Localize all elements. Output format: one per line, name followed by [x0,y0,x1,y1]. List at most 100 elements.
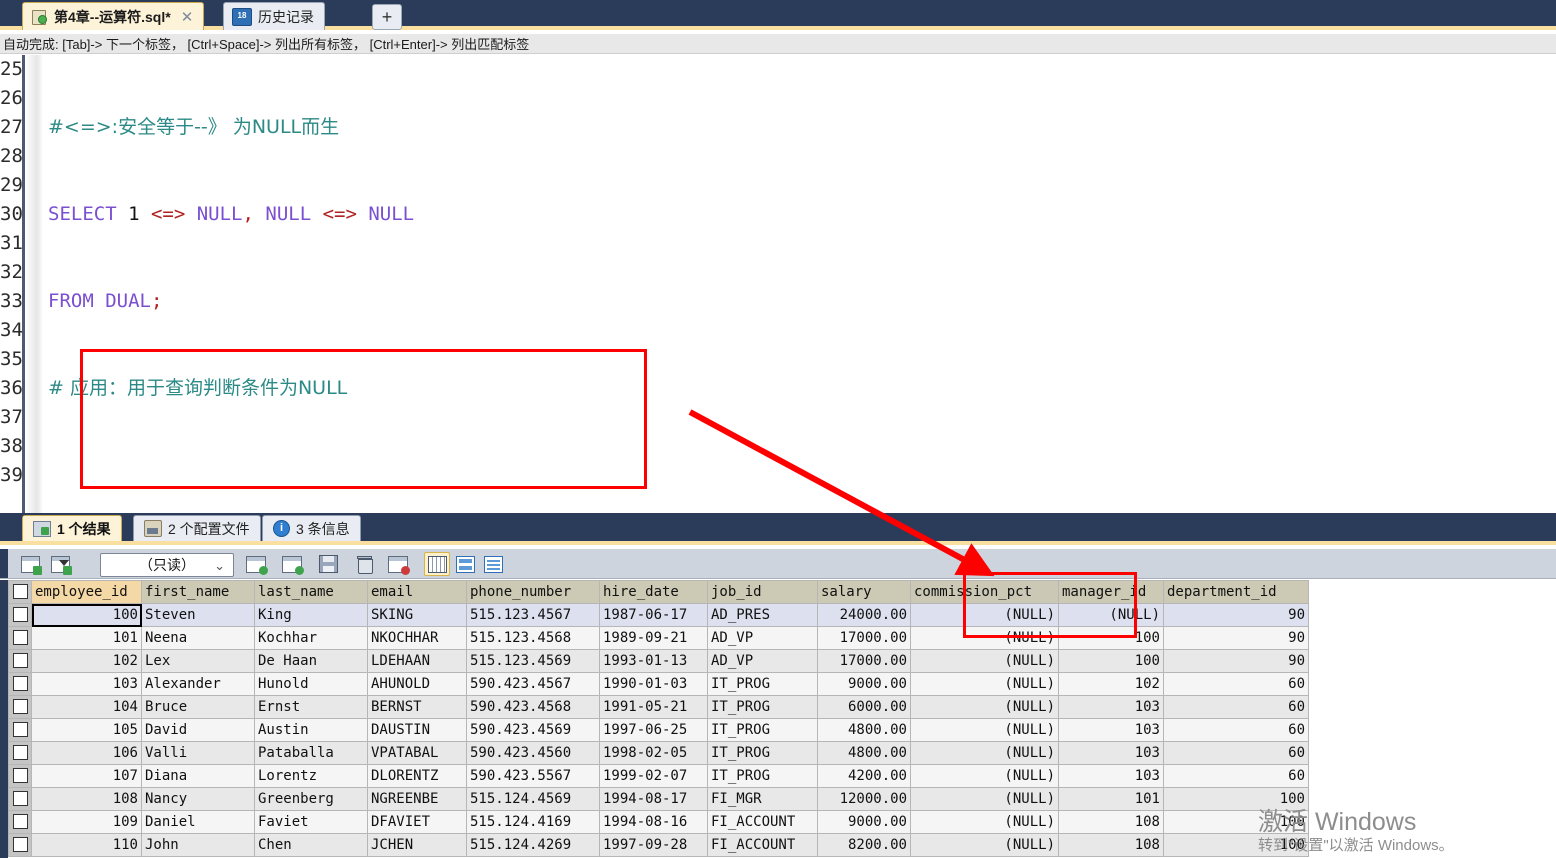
table-row[interactable]: 109 Daniel Faviet DFAVIET 515.124.4169 1994-0… [8,810,1309,834]
cell-manager-id[interactable]: 103 [1058,764,1164,788]
cell-phone-number[interactable]: 590.423.5567 [466,764,600,788]
row-select-checkbox[interactable] [8,672,32,696]
table-row[interactable]: 104 Bruce Ernst BERNST 590.423.4568 1991-05-2… [8,695,1309,719]
cell-manager-id[interactable]: (NULL) [1058,603,1164,627]
cell-phone-number[interactable]: 515.123.4569 [466,649,600,673]
cell-email[interactable]: NGREENBE [367,787,467,811]
cell-email[interactable]: DLORENTZ [367,764,467,788]
view-grid-button[interactable] [424,552,450,576]
cell-last-name[interactable]: Faviet [254,810,368,834]
cell-department-id[interactable]: 60 [1163,718,1309,742]
cell-employee-id[interactable]: 101 [31,626,142,650]
tab-profiles[interactable]: 2 个配置文件 [133,515,261,541]
view-form-button[interactable] [452,552,478,576]
table-row[interactable]: 108 Nancy Greenberg NGREENBE 515.124.4569 199… [8,787,1309,811]
cell-department-id[interactable]: 90 [1163,649,1309,673]
cell-commission-pct[interactable]: (NULL) [910,718,1059,742]
row-select-checkbox[interactable] [8,810,32,834]
table-row[interactable]: 103 Alexander Hunold AHUNOLD 590.423.4567 199… [8,672,1309,696]
cell-salary[interactable]: 4800.00 [817,741,911,765]
cell-employee-id[interactable]: 107 [31,764,142,788]
cell-employee-id[interactable]: 110 [31,833,142,857]
save-button[interactable] [316,553,340,575]
column-header-job-id[interactable]: job_id [707,580,818,604]
cell-last-name[interactable]: Pataballa [254,741,368,765]
cell-first-name[interactable]: Lex [141,649,255,673]
chevron-down-icon[interactable] [59,560,69,566]
cell-department-id[interactable]: 90 [1163,626,1309,650]
cell-salary[interactable]: 9000.00 [817,810,911,834]
cell-salary[interactable]: 17000.00 [817,626,911,650]
table-row[interactable]: 101 Neena Kochhar NKOCHHAR 515.123.4568 1989-… [8,626,1309,650]
cell-job-id[interactable]: AD_PRES [707,603,818,627]
cell-job-id[interactable]: IT_PROG [707,695,818,719]
cell-employee-id[interactable]: 108 [31,787,142,811]
cell-email[interactable]: JCHEN [367,833,467,857]
tab-sql-file[interactable]: 第4章--运算符.sql* ✕ [22,2,205,30]
cell-hire-date[interactable]: 1990-01-03 [599,672,708,696]
column-header-department-id[interactable]: department_id [1163,580,1309,604]
cell-manager-id[interactable]: 108 [1058,833,1164,857]
cell-commission-pct[interactable]: (NULL) [910,833,1059,857]
cell-employee-id[interactable]: 100 [31,603,142,627]
cell-email[interactable]: BERNST [367,695,467,719]
cell-last-name[interactable]: Lorentz [254,764,368,788]
cell-phone-number[interactable]: 515.123.4567 [466,603,600,627]
sql-code-area[interactable]: #<=>:安全等于--》 为NULL而生 SELECT 1 <=> NULL, … [48,55,1556,513]
cell-hire-date[interactable]: 1994-08-17 [599,787,708,811]
cell-manager-id[interactable]: 103 [1058,718,1164,742]
column-header-phone-number[interactable]: phone_number [466,580,600,604]
column-header-email[interactable]: email [367,580,467,604]
cell-employee-id[interactable]: 109 [31,810,142,834]
cell-job-id[interactable]: IT_PROG [707,672,818,696]
row-select-checkbox[interactable] [8,718,32,742]
cell-hire-date[interactable]: 1994-08-16 [599,810,708,834]
cell-department-id[interactable]: 100 [1163,787,1309,811]
cell-job-id[interactable]: IT_PROG [707,741,818,765]
cell-hire-date[interactable]: 1997-09-28 [599,833,708,857]
new-tab-button[interactable]: + [372,4,402,30]
cell-phone-number[interactable]: 515.124.4569 [466,787,600,811]
row-select-checkbox[interactable] [8,833,32,857]
grid-view-button[interactable] [18,553,42,575]
cell-commission-pct[interactable]: (NULL) [910,787,1059,811]
tab-results[interactable]: 1 个结果 [22,515,122,541]
cell-email[interactable]: VPATABAL [367,741,467,765]
cell-salary[interactable]: 12000.00 [817,787,911,811]
cell-salary[interactable]: 9000.00 [817,672,911,696]
cell-manager-id[interactable]: 102 [1058,672,1164,696]
cell-manager-id[interactable]: 101 [1058,787,1164,811]
cell-department-id[interactable]: 100 [1163,810,1309,834]
cell-hire-date[interactable]: 1987-06-17 [599,603,708,627]
cell-employee-id[interactable]: 102 [31,649,142,673]
cell-hire-date[interactable]: 1991-05-21 [599,695,708,719]
row-select-checkbox[interactable] [8,741,32,765]
table-row[interactable]: 102 Lex De Haan LDEHAAN 515.123.4569 1993-01-… [8,649,1309,673]
cell-commission-pct[interactable]: (NULL) [910,626,1059,650]
cell-phone-number[interactable]: 590.423.4567 [466,672,600,696]
cell-last-name[interactable]: Chen [254,833,368,857]
cell-last-name[interactable]: Austin [254,718,368,742]
cell-salary[interactable]: 6000.00 [817,695,911,719]
row-select-checkbox[interactable] [8,787,32,811]
cell-manager-id[interactable]: 103 [1058,695,1164,719]
close-icon[interactable]: ✕ [181,8,194,26]
cell-salary[interactable]: 8200.00 [817,833,911,857]
cell-job-id[interactable]: FI_MGR [707,787,818,811]
cell-employee-id[interactable]: 103 [31,672,142,696]
cell-last-name[interactable]: King [254,603,368,627]
cell-last-name[interactable]: Hunold [254,672,368,696]
cell-first-name[interactable]: Diana [141,764,255,788]
cell-department-id[interactable]: 100 [1163,833,1309,857]
cell-employee-id[interactable]: 106 [31,741,142,765]
view-text-button[interactable] [480,552,506,576]
column-header-last-name[interactable]: last_name [254,580,368,604]
cell-last-name[interactable]: Ernst [254,695,368,719]
cell-email[interactable]: DAUSTIN [367,718,467,742]
cell-email[interactable]: AHUNOLD [367,672,467,696]
table-row[interactable]: 110 John Chen JCHEN 515.124.4269 1997-09-28 FI… [8,833,1309,857]
cell-department-id[interactable]: 60 [1163,672,1309,696]
cell-department-id[interactable]: 60 [1163,695,1309,719]
cell-phone-number[interactable]: 515.124.4169 [466,810,600,834]
cell-hire-date[interactable]: 1998-02-05 [599,741,708,765]
